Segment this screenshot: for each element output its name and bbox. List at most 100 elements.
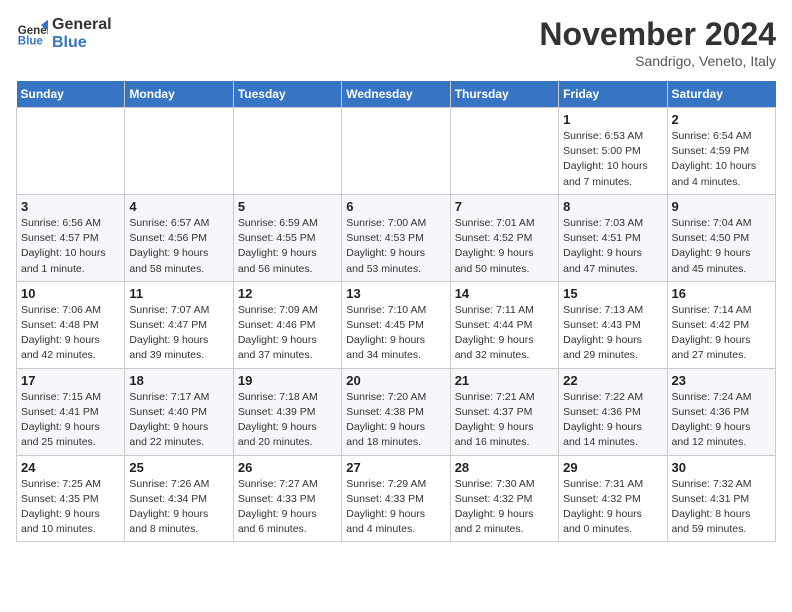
calendar-cell: 13 Sunrise: 7:10 AM Sunset: 4:45 PM Dayli… bbox=[342, 281, 450, 368]
location: Sandrigo, Veneto, Italy bbox=[539, 53, 776, 69]
day-number: 17 bbox=[21, 373, 120, 388]
day-info: Sunrise: 7:01 AM Sunset: 4:52 PM Dayligh… bbox=[455, 216, 554, 277]
day-number: 22 bbox=[563, 373, 662, 388]
month-title: November 2024 bbox=[539, 16, 776, 53]
calendar-week-row: 1 Sunrise: 6:53 AM Sunset: 5:00 PM Daylig… bbox=[17, 108, 776, 195]
day-number: 19 bbox=[238, 373, 337, 388]
calendar-cell bbox=[342, 108, 450, 195]
day-number: 11 bbox=[129, 286, 228, 301]
weekday-header-row: SundayMondayTuesdayWednesdayThursdayFrid… bbox=[17, 81, 776, 108]
weekday-header: Sunday bbox=[17, 81, 125, 108]
calendar-cell: 12Sunrise: 7:09 AM Sunset: 4:46 PM Dayli… bbox=[233, 281, 341, 368]
day-info: Sunrise: 7:24 AM Sunset: 4:36 PM Dayligh… bbox=[672, 390, 771, 451]
day-number: 14 bbox=[455, 286, 554, 301]
calendar-cell: 23Sunrise: 7:24 AM Sunset: 4:36 PM Dayli… bbox=[667, 368, 775, 455]
calendar-cell bbox=[233, 108, 341, 195]
calendar-cell: 14 Sunrise: 7:11 AM Sunset: 4:44 PM Dayli… bbox=[450, 281, 558, 368]
weekday-header: Tuesday bbox=[233, 81, 341, 108]
calendar-cell: 3 Sunrise: 6:56 AM Sunset: 4:57 PM Daylig… bbox=[17, 194, 125, 281]
calendar-cell: 9 Sunrise: 7:04 AM Sunset: 4:50 PM Daylig… bbox=[667, 194, 775, 281]
day-number: 29 bbox=[563, 460, 662, 475]
day-info: Sunrise: 7:26 AM Sunset: 4:34 PM Dayligh… bbox=[129, 477, 228, 538]
day-number: 6 bbox=[346, 199, 445, 214]
title-block: November 2024 Sandrigo, Veneto, Italy bbox=[539, 16, 776, 69]
calendar-cell: 30 Sunrise: 7:32 AM Sunset: 4:31 PM Dayli… bbox=[667, 455, 775, 542]
day-info: Sunrise: 7:21 AM Sunset: 4:37 PM Dayligh… bbox=[455, 390, 554, 451]
day-info: Sunrise: 7:17 AM Sunset: 4:40 PM Dayligh… bbox=[129, 390, 228, 451]
calendar-cell: 19 Sunrise: 7:18 AM Sunset: 4:39 PM Dayli… bbox=[233, 368, 341, 455]
svg-text:Blue: Blue bbox=[18, 36, 44, 48]
day-info: Sunrise: 7:25 AM Sunset: 4:35 PM Dayligh… bbox=[21, 477, 120, 538]
day-number: 13 bbox=[346, 286, 445, 301]
day-number: 26 bbox=[238, 460, 337, 475]
calendar-cell: 18Sunrise: 7:17 AM Sunset: 4:40 PM Dayli… bbox=[125, 368, 233, 455]
calendar-cell: 4Sunrise: 6:57 AM Sunset: 4:56 PM Daylig… bbox=[125, 194, 233, 281]
day-number: 25 bbox=[129, 460, 228, 475]
calendar-cell: 5Sunrise: 6:59 AM Sunset: 4:55 PM Daylig… bbox=[233, 194, 341, 281]
weekday-header: Wednesday bbox=[342, 81, 450, 108]
day-info: Sunrise: 7:27 AM Sunset: 4:33 PM Dayligh… bbox=[238, 477, 337, 538]
calendar-cell: 24 Sunrise: 7:25 AM Sunset: 4:35 PM Dayli… bbox=[17, 455, 125, 542]
calendar-cell: 2Sunrise: 6:54 AM Sunset: 4:59 PM Daylig… bbox=[667, 108, 775, 195]
weekday-header: Friday bbox=[559, 81, 667, 108]
day-info: Sunrise: 7:13 AM Sunset: 4:43 PM Dayligh… bbox=[563, 303, 662, 364]
calendar-cell: 25 Sunrise: 7:26 AM Sunset: 4:34 PM Dayli… bbox=[125, 455, 233, 542]
day-info: Sunrise: 6:53 AM Sunset: 5:00 PM Dayligh… bbox=[563, 129, 662, 190]
day-number: 9 bbox=[672, 199, 771, 214]
day-info: Sunrise: 7:14 AM Sunset: 4:42 PM Dayligh… bbox=[672, 303, 771, 364]
day-number: 12 bbox=[238, 286, 337, 301]
calendar-cell: 26 Sunrise: 7:27 AM Sunset: 4:33 PM Dayli… bbox=[233, 455, 341, 542]
calendar-cell bbox=[125, 108, 233, 195]
day-number: 28 bbox=[455, 460, 554, 475]
day-info: Sunrise: 7:31 AM Sunset: 4:32 PM Dayligh… bbox=[563, 477, 662, 538]
day-info: Sunrise: 7:03 AM Sunset: 4:51 PM Dayligh… bbox=[563, 216, 662, 277]
day-info: Sunrise: 7:32 AM Sunset: 4:31 PM Dayligh… bbox=[672, 477, 771, 538]
weekday-header: Monday bbox=[125, 81, 233, 108]
day-info: Sunrise: 7:22 AM Sunset: 4:36 PM Dayligh… bbox=[563, 390, 662, 451]
calendar-cell bbox=[450, 108, 558, 195]
logo-icon: General Blue bbox=[16, 18, 48, 50]
calendar-cell: 7 Sunrise: 7:01 AM Sunset: 4:52 PM Daylig… bbox=[450, 194, 558, 281]
day-info: Sunrise: 7:10 AM Sunset: 4:45 PM Dayligh… bbox=[346, 303, 445, 364]
day-number: 21 bbox=[455, 373, 554, 388]
calendar-cell: 28Sunrise: 7:30 AM Sunset: 4:32 PM Dayli… bbox=[450, 455, 558, 542]
weekday-header: Thursday bbox=[450, 81, 558, 108]
day-number: 16 bbox=[672, 286, 771, 301]
logo: General Blue General Blue bbox=[16, 16, 112, 52]
day-number: 27 bbox=[346, 460, 445, 475]
calendar-cell: 21 Sunrise: 7:21 AM Sunset: 4:37 PM Dayli… bbox=[450, 368, 558, 455]
day-number: 8 bbox=[563, 199, 662, 214]
calendar-week-row: 10Sunrise: 7:06 AM Sunset: 4:48 PM Dayli… bbox=[17, 281, 776, 368]
day-info: Sunrise: 7:04 AM Sunset: 4:50 PM Dayligh… bbox=[672, 216, 771, 277]
calendar-cell: 15Sunrise: 7:13 AM Sunset: 4:43 PM Dayli… bbox=[559, 281, 667, 368]
day-number: 24 bbox=[21, 460, 120, 475]
day-info: Sunrise: 7:29 AM Sunset: 4:33 PM Dayligh… bbox=[346, 477, 445, 538]
day-info: Sunrise: 7:20 AM Sunset: 4:38 PM Dayligh… bbox=[346, 390, 445, 451]
weekday-header: Saturday bbox=[667, 81, 775, 108]
calendar-week-row: 24 Sunrise: 7:25 AM Sunset: 4:35 PM Dayli… bbox=[17, 455, 776, 542]
day-info: Sunrise: 7:00 AM Sunset: 4:53 PM Dayligh… bbox=[346, 216, 445, 277]
day-number: 4 bbox=[129, 199, 228, 214]
logo-general: General bbox=[52, 16, 112, 34]
day-info: Sunrise: 7:11 AM Sunset: 4:44 PM Dayligh… bbox=[455, 303, 554, 364]
day-number: 20 bbox=[346, 373, 445, 388]
day-number: 7 bbox=[455, 199, 554, 214]
calendar-cell: 6 Sunrise: 7:00 AM Sunset: 4:53 PM Daylig… bbox=[342, 194, 450, 281]
calendar-cell: 29 Sunrise: 7:31 AM Sunset: 4:32 PM Dayli… bbox=[559, 455, 667, 542]
day-info: Sunrise: 6:56 AM Sunset: 4:57 PM Dayligh… bbox=[21, 216, 120, 277]
calendar-cell: 1 Sunrise: 6:53 AM Sunset: 5:00 PM Daylig… bbox=[559, 108, 667, 195]
day-info: Sunrise: 6:54 AM Sunset: 4:59 PM Dayligh… bbox=[672, 129, 771, 190]
day-number: 1 bbox=[563, 112, 662, 127]
day-number: 30 bbox=[672, 460, 771, 475]
calendar-cell: 27 Sunrise: 7:29 AM Sunset: 4:33 PM Dayli… bbox=[342, 455, 450, 542]
calendar-table: SundayMondayTuesdayWednesdayThursdayFrid… bbox=[16, 81, 776, 542]
day-info: Sunrise: 6:59 AM Sunset: 4:55 PM Dayligh… bbox=[238, 216, 337, 277]
day-info: Sunrise: 7:07 AM Sunset: 4:47 PM Dayligh… bbox=[129, 303, 228, 364]
calendar-cell: 11 Sunrise: 7:07 AM Sunset: 4:47 PM Dayli… bbox=[125, 281, 233, 368]
day-info: Sunrise: 7:18 AM Sunset: 4:39 PM Dayligh… bbox=[238, 390, 337, 451]
day-number: 3 bbox=[21, 199, 120, 214]
day-info: Sunrise: 7:06 AM Sunset: 4:48 PM Dayligh… bbox=[21, 303, 120, 364]
calendar-cell: 20 Sunrise: 7:20 AM Sunset: 4:38 PM Dayli… bbox=[342, 368, 450, 455]
calendar-cell: 10Sunrise: 7:06 AM Sunset: 4:48 PM Dayli… bbox=[17, 281, 125, 368]
calendar-cell: 22 Sunrise: 7:22 AM Sunset: 4:36 PM Dayli… bbox=[559, 368, 667, 455]
